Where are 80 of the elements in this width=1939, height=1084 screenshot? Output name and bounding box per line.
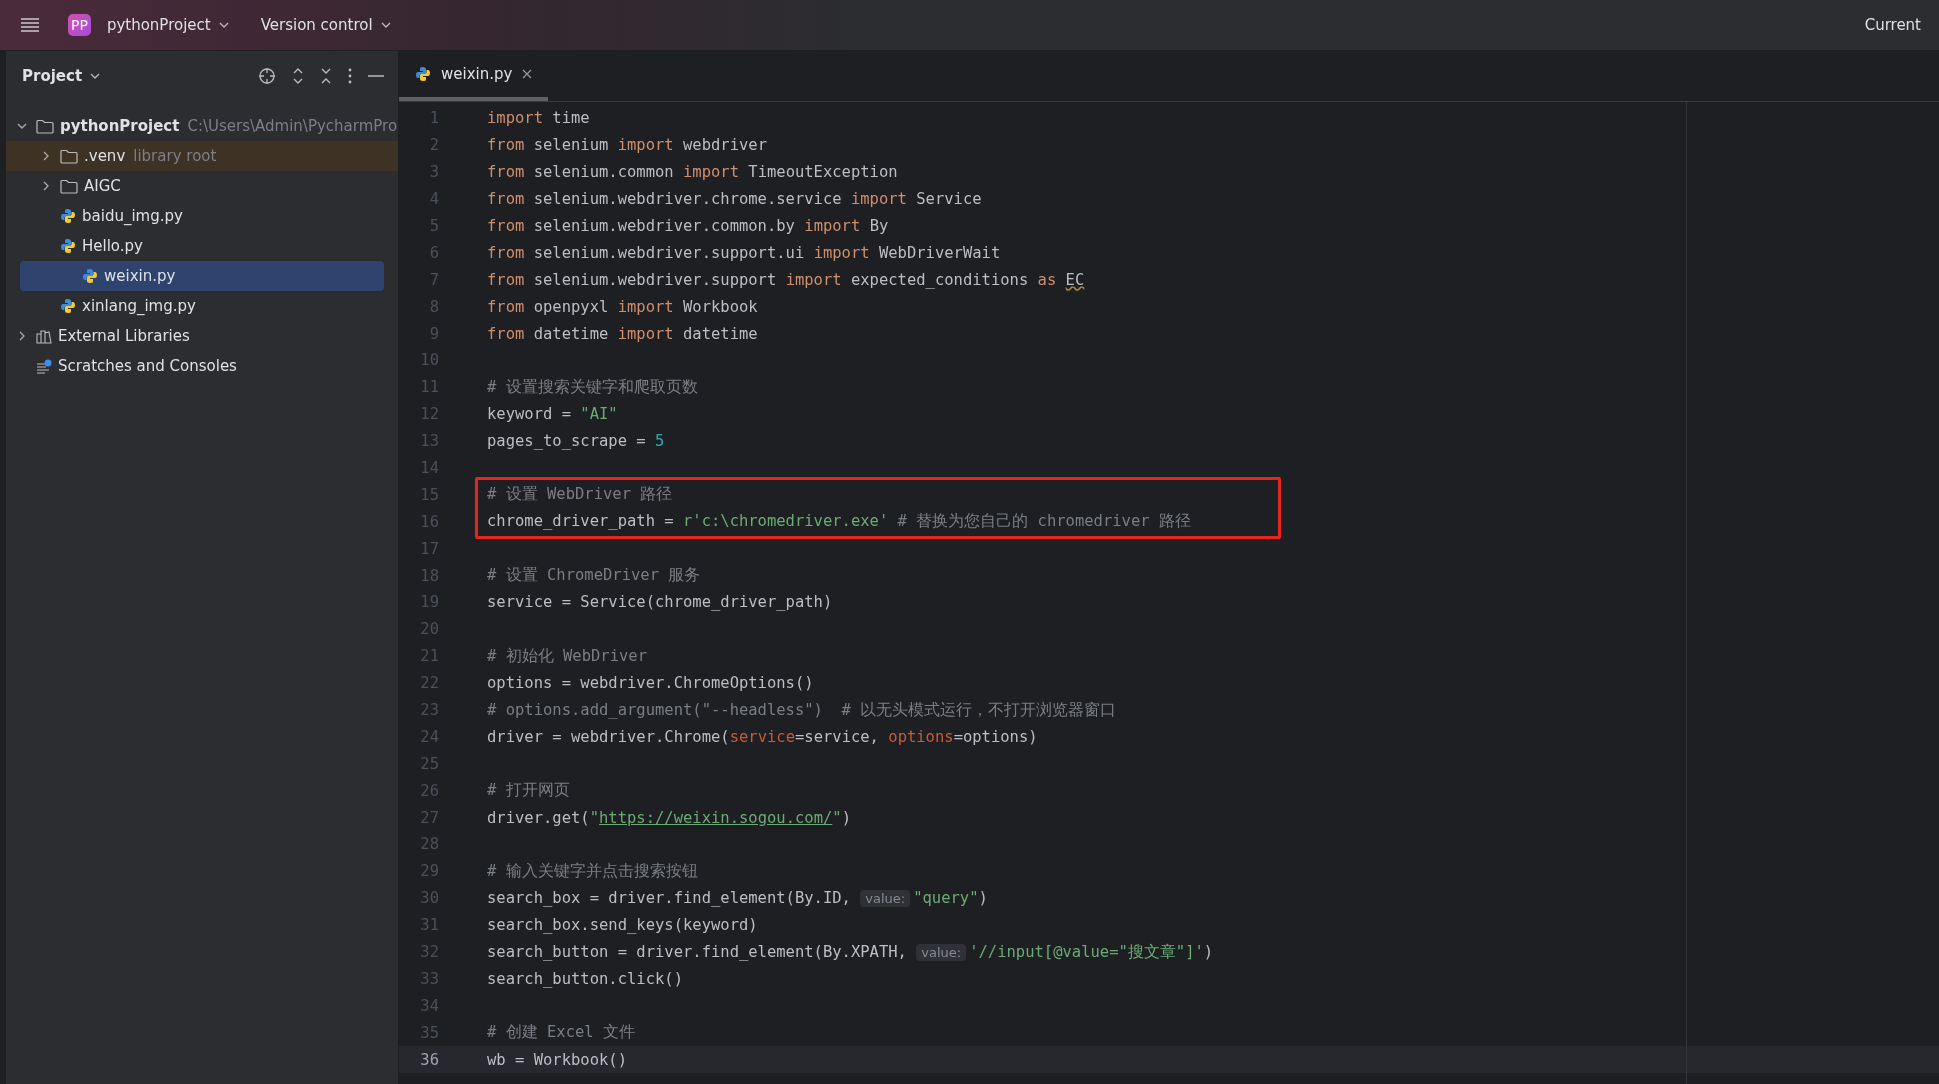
line-number: 36 — [419, 1050, 439, 1069]
locate-icon[interactable] — [258, 67, 276, 85]
editor-tab[interactable]: weixin.py — [399, 51, 549, 101]
tree-item[interactable]: External Libraries — [6, 321, 398, 351]
expand-all-icon[interactable] — [292, 67, 304, 85]
code-line: search_box = driver.find_element(By.ID, value: "query") — [487, 889, 988, 908]
code-line: service = Service(chrome_driver_path) — [487, 593, 833, 612]
folder-icon — [36, 118, 54, 134]
code-line: # 初始化 WebDriver — [487, 645, 647, 667]
code-line: chrome_driver_path = r'c:\chromedriver.exe' # 替换为您自己的 chromedriver 路径 — [487, 511, 1191, 533]
caret-icon — [218, 22, 229, 28]
code-line: from datetime import datetime — [487, 324, 758, 343]
code-line: options = webdriver.ChromeOptions() — [487, 674, 814, 693]
tree-item-label: Hello.py — [82, 237, 143, 255]
menu-icon[interactable] — [20, 17, 40, 33]
tree-item-label: weixin.py — [104, 267, 176, 285]
collapse-all-icon[interactable] — [320, 67, 332, 85]
folder-icon — [60, 148, 78, 164]
python-file-icon — [82, 268, 98, 284]
code-line: from selenium.webdriver.chrome.service import Service — [487, 190, 982, 209]
tree-item-hint: C:\Users\Admin\PycharmPro — [187, 117, 398, 135]
code-line: # 设置 WebDriver 路径 — [487, 484, 673, 506]
code-line: from selenium.webdriver.common.by import By — [487, 217, 889, 235]
version-control-dropdown[interactable]: Version control — [254, 12, 397, 38]
tree-item-label: Scratches and Consoles — [58, 357, 237, 375]
code-line: import time — [487, 109, 590, 128]
tree-item-label: .venv — [84, 147, 126, 165]
code-line: # 打开网页 — [487, 780, 570, 802]
tree-item[interactable]: AIGC — [6, 171, 398, 201]
code-line: # 设置 ChromeDriver 服务 — [487, 565, 701, 587]
tree-item[interactable]: weixin.py — [20, 261, 384, 291]
code-line: # 设置搜索关键字和爬取页数 — [487, 376, 698, 398]
chevron-right-icon[interactable] — [41, 181, 51, 191]
caret-icon — [380, 22, 391, 28]
code-line: search_button = driver.find_element(By.XPATH, value: '//input[@value="搜文章"]') — [487, 941, 1214, 963]
code-line: from selenium.webdriver.support.ui import WebDriverWait — [487, 243, 1001, 262]
project-badge: PP — [68, 14, 91, 36]
tree-item[interactable]: .venv library root — [6, 141, 398, 171]
code-line: driver.get("https://weixin.sogou.com/") — [487, 808, 851, 827]
caret-icon — [90, 73, 101, 79]
tree-item-label: pythonProject — [60, 117, 180, 135]
tree-item-hint: library root — [133, 147, 217, 165]
project-dropdown[interactable]: pythonProject — [100, 12, 235, 38]
project-view-dropdown[interactable]: Project — [22, 67, 101, 85]
chevron-right-icon[interactable] — [17, 331, 27, 341]
chevron-down-icon[interactable] — [17, 121, 27, 131]
scratches-icon — [36, 358, 52, 374]
tree-item[interactable]: xinlang_img.py — [6, 291, 398, 321]
code-line: keyword = "AI" — [487, 405, 618, 424]
tree-item-label: External Libraries — [58, 327, 190, 345]
folder-icon — [60, 178, 78, 194]
tree-item[interactable]: Scratches and Consoles — [6, 351, 398, 381]
code-line: search_box.send_keys(keyword) — [487, 916, 758, 935]
close-icon[interactable] — [522, 69, 533, 79]
tree-item[interactable]: pythonProject C:\Users\Admin\PycharmPro — [6, 111, 398, 141]
tree-item-label: AIGC — [84, 177, 121, 195]
code-line: from selenium.webdriver.support import expected_conditions as EC — [487, 270, 1085, 289]
library-icon — [36, 328, 52, 344]
code-line: from selenium import webdriver — [487, 136, 767, 155]
code-line: wb = Workbook() — [487, 1050, 627, 1069]
run-configuration-dropdown[interactable]: Current — [1858, 12, 1927, 38]
tree-item-label: xinlang_img.py — [82, 297, 196, 315]
code-line: driver = webdriver.Chrome(service=service, options=options) — [487, 727, 1038, 746]
tree-item[interactable]: Hello.py — [6, 231, 398, 261]
code-line: # 输入关键字并点击搜索按钮 — [487, 860, 698, 882]
code-line: from openpyxl import Workbook — [487, 297, 758, 316]
code-line: from selenium.common import TimeoutException — [487, 163, 898, 182]
python-file-icon — [415, 66, 431, 82]
tree-item[interactable]: baidu_img.py — [6, 201, 398, 231]
code-line: # options.add_argument("--headless") # 以无头模式运行，不打开浏览器窗口 — [487, 699, 1117, 721]
python-file-icon — [60, 208, 76, 224]
code-line: # 创建 Excel 文件 — [487, 1022, 635, 1044]
code-line: pages_to_scrape = 5 — [487, 432, 665, 451]
python-file-icon — [60, 238, 76, 254]
minimize-icon[interactable] — [368, 74, 384, 78]
chevron-right-icon[interactable] — [41, 151, 51, 161]
code-line: search_button.click() — [487, 969, 683, 988]
more-icon[interactable] — [348, 68, 352, 84]
tree-item-label: baidu_img.py — [82, 207, 183, 225]
python-file-icon — [60, 298, 76, 314]
